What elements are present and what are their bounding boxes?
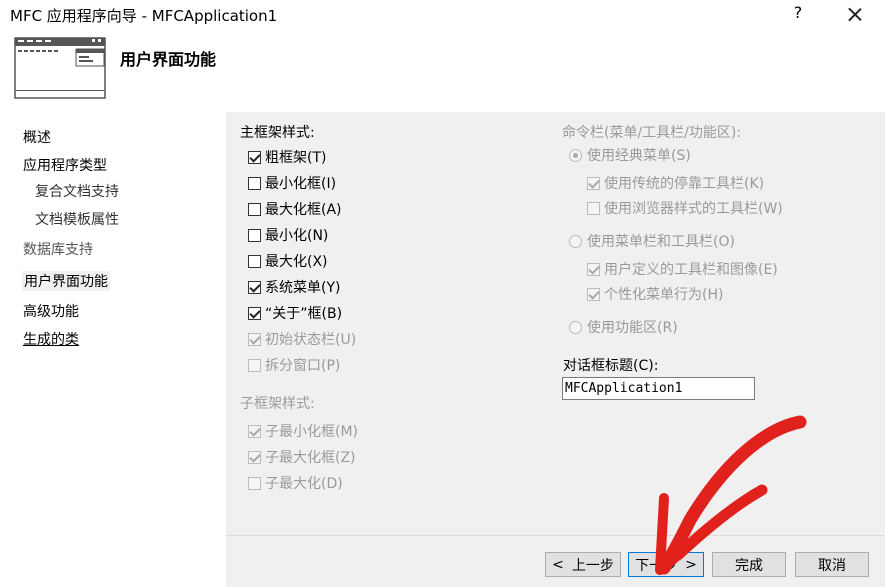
radio-label: 使用功能区(R)	[587, 320, 678, 336]
checkbox-label: 使用传统的停靠工具栏(K)	[604, 176, 765, 192]
page-header: 用户界面功能	[0, 28, 885, 112]
radio-label: 使用经典菜单(S)	[587, 148, 691, 164]
user-toolbar-images-checkbox[interactable]: 用户定义的工具栏和图像(E)	[587, 259, 778, 279]
checkbox-label: 个性化菜单行为(H)	[604, 287, 724, 303]
radio-mark	[569, 234, 582, 248]
checkbox-label: 子最大化框(Z)	[265, 450, 356, 466]
checkbox-label: 最大化框(A)	[265, 202, 342, 218]
checkbox-label: “关于”框(B)	[265, 306, 343, 322]
nav-item-doc-template[interactable]: 文档模板属性	[35, 209, 119, 229]
child-maximized-checkbox[interactable]: 子最大化(D)	[248, 473, 343, 493]
minimize-box-checkbox[interactable]: 最小化框(I)	[248, 173, 336, 193]
ribbon-radio[interactable]: 使用功能区(R)	[569, 317, 678, 337]
next-button[interactable]: 下一步 >	[628, 552, 704, 577]
maximized-checkbox[interactable]: 最大化(X)	[248, 251, 328, 271]
finish-button[interactable]: 完成	[712, 552, 786, 577]
checkbox-label: 初始状态栏(U)	[265, 332, 357, 348]
docking-toolbar-checkbox[interactable]: 使用传统的停靠工具栏(K)	[587, 173, 764, 193]
checkbox-mark	[248, 306, 261, 320]
radio-mark	[569, 148, 582, 162]
checkbox-label: 拆分窗口(P)	[265, 358, 341, 374]
checkbox-mark	[248, 476, 261, 490]
prev-button[interactable]: < 上一步	[545, 552, 621, 577]
finish-button-label: 完成	[735, 557, 763, 574]
checkbox-label: 子最大化(D)	[265, 476, 343, 492]
help-button[interactable]: ?	[784, 3, 812, 25]
nav-item-ui-features[interactable]: 用户界面功能	[22, 271, 110, 291]
checkbox-mark	[248, 228, 261, 242]
system-menu-checkbox[interactable]: 系统菜单(Y)	[248, 277, 340, 297]
chevron-left-icon: <	[552, 556, 564, 573]
dialog-title-input[interactable]	[562, 377, 755, 400]
main-frame-label: 主框架样式:	[240, 125, 315, 141]
nav-item-app-type[interactable]: 应用程序类型	[23, 155, 107, 175]
checkbox-mark	[587, 201, 600, 215]
split-window-checkbox[interactable]: 拆分窗口(P)	[248, 355, 340, 375]
thick-frame-checkbox[interactable]: 粗框架(T)	[248, 147, 326, 167]
checkbox-label: 最小化(N)	[265, 228, 329, 244]
radio-label: 使用菜单栏和工具栏(O)	[587, 234, 735, 250]
nav-item-overview[interactable]: 概述	[23, 127, 51, 147]
command-bar-label: 命令栏(菜单/工具栏/功能区):	[562, 125, 742, 141]
cancel-button[interactable]: 取消	[795, 552, 869, 577]
radio-mark	[569, 320, 582, 334]
nav-item-advanced[interactable]: 高级功能	[23, 301, 79, 321]
checkbox-label: 子最小化框(M)	[265, 424, 359, 440]
checkbox-mark	[248, 424, 261, 438]
prev-button-label: 上一步	[571, 557, 614, 574]
checkbox-mark	[587, 287, 600, 301]
checkbox-mark	[248, 254, 261, 268]
initial-status-bar-checkbox[interactable]: 初始状态栏(U)	[248, 329, 356, 349]
menubar-toolbar-radio[interactable]: 使用菜单栏和工具栏(O)	[569, 231, 735, 251]
dialog-title-label: 对话框标题(C):	[563, 358, 659, 374]
title-bar: MFC 应用程序向导 - MFCApplication1 ?	[0, 0, 885, 28]
cancel-button-label: 取消	[818, 557, 846, 574]
checkbox-mark	[248, 176, 261, 190]
window-layout-icon	[14, 37, 106, 99]
wizard-nav: 概述 应用程序类型 复合文档支持 文档模板属性 数据库支持 用户界面功能 高级功…	[0, 112, 226, 587]
minimized-checkbox[interactable]: 最小化(N)	[248, 225, 328, 245]
checkbox-mark	[587, 176, 600, 190]
checkbox-label: 最大化(X)	[265, 254, 328, 270]
browser-toolbar-checkbox[interactable]: 使用浏览器样式的工具栏(W)	[587, 198, 783, 218]
checkbox-label: 最小化框(I)	[265, 176, 337, 192]
child-frame-label: 子框架样式:	[240, 396, 315, 412]
checkbox-label: 系统菜单(Y)	[265, 280, 341, 296]
checkbox-mark	[248, 150, 261, 164]
checkbox-mark	[248, 280, 261, 294]
chevron-right-icon: >	[685, 556, 697, 573]
checkbox-label: 使用浏览器样式的工具栏(W)	[604, 201, 783, 217]
checkbox-mark	[248, 202, 261, 216]
child-minimize-box-checkbox[interactable]: 子最小化框(M)	[248, 421, 358, 441]
checkbox-label: 粗框架(T)	[265, 150, 327, 166]
next-button-label: 下一步	[635, 557, 678, 574]
checkbox-mark	[248, 358, 261, 372]
checkbox-mark	[587, 262, 600, 276]
personalized-menu-checkbox[interactable]: 个性化菜单行为(H)	[587, 284, 723, 304]
about-box-checkbox[interactable]: “关于”框(B)	[248, 303, 342, 323]
maximize-box-checkbox[interactable]: 最大化框(A)	[248, 199, 342, 219]
checkbox-mark	[248, 332, 261, 346]
checkbox-mark	[248, 450, 261, 464]
nav-item-database[interactable]: 数据库支持	[23, 239, 93, 259]
close-icon[interactable]	[840, 1, 870, 27]
classic-menu-radio[interactable]: 使用经典菜单(S)	[569, 145, 691, 165]
checkbox-label: 用户定义的工具栏和图像(E)	[604, 262, 778, 278]
window-title: MFC 应用程序向导 - MFCApplication1	[10, 7, 278, 25]
page-title: 用户界面功能	[120, 50, 217, 69]
nav-item-generated-classes[interactable]: 生成的类	[23, 329, 79, 349]
nav-item-compound-doc[interactable]: 复合文档支持	[35, 181, 119, 201]
child-maximize-box-checkbox[interactable]: 子最大化框(Z)	[248, 447, 356, 467]
